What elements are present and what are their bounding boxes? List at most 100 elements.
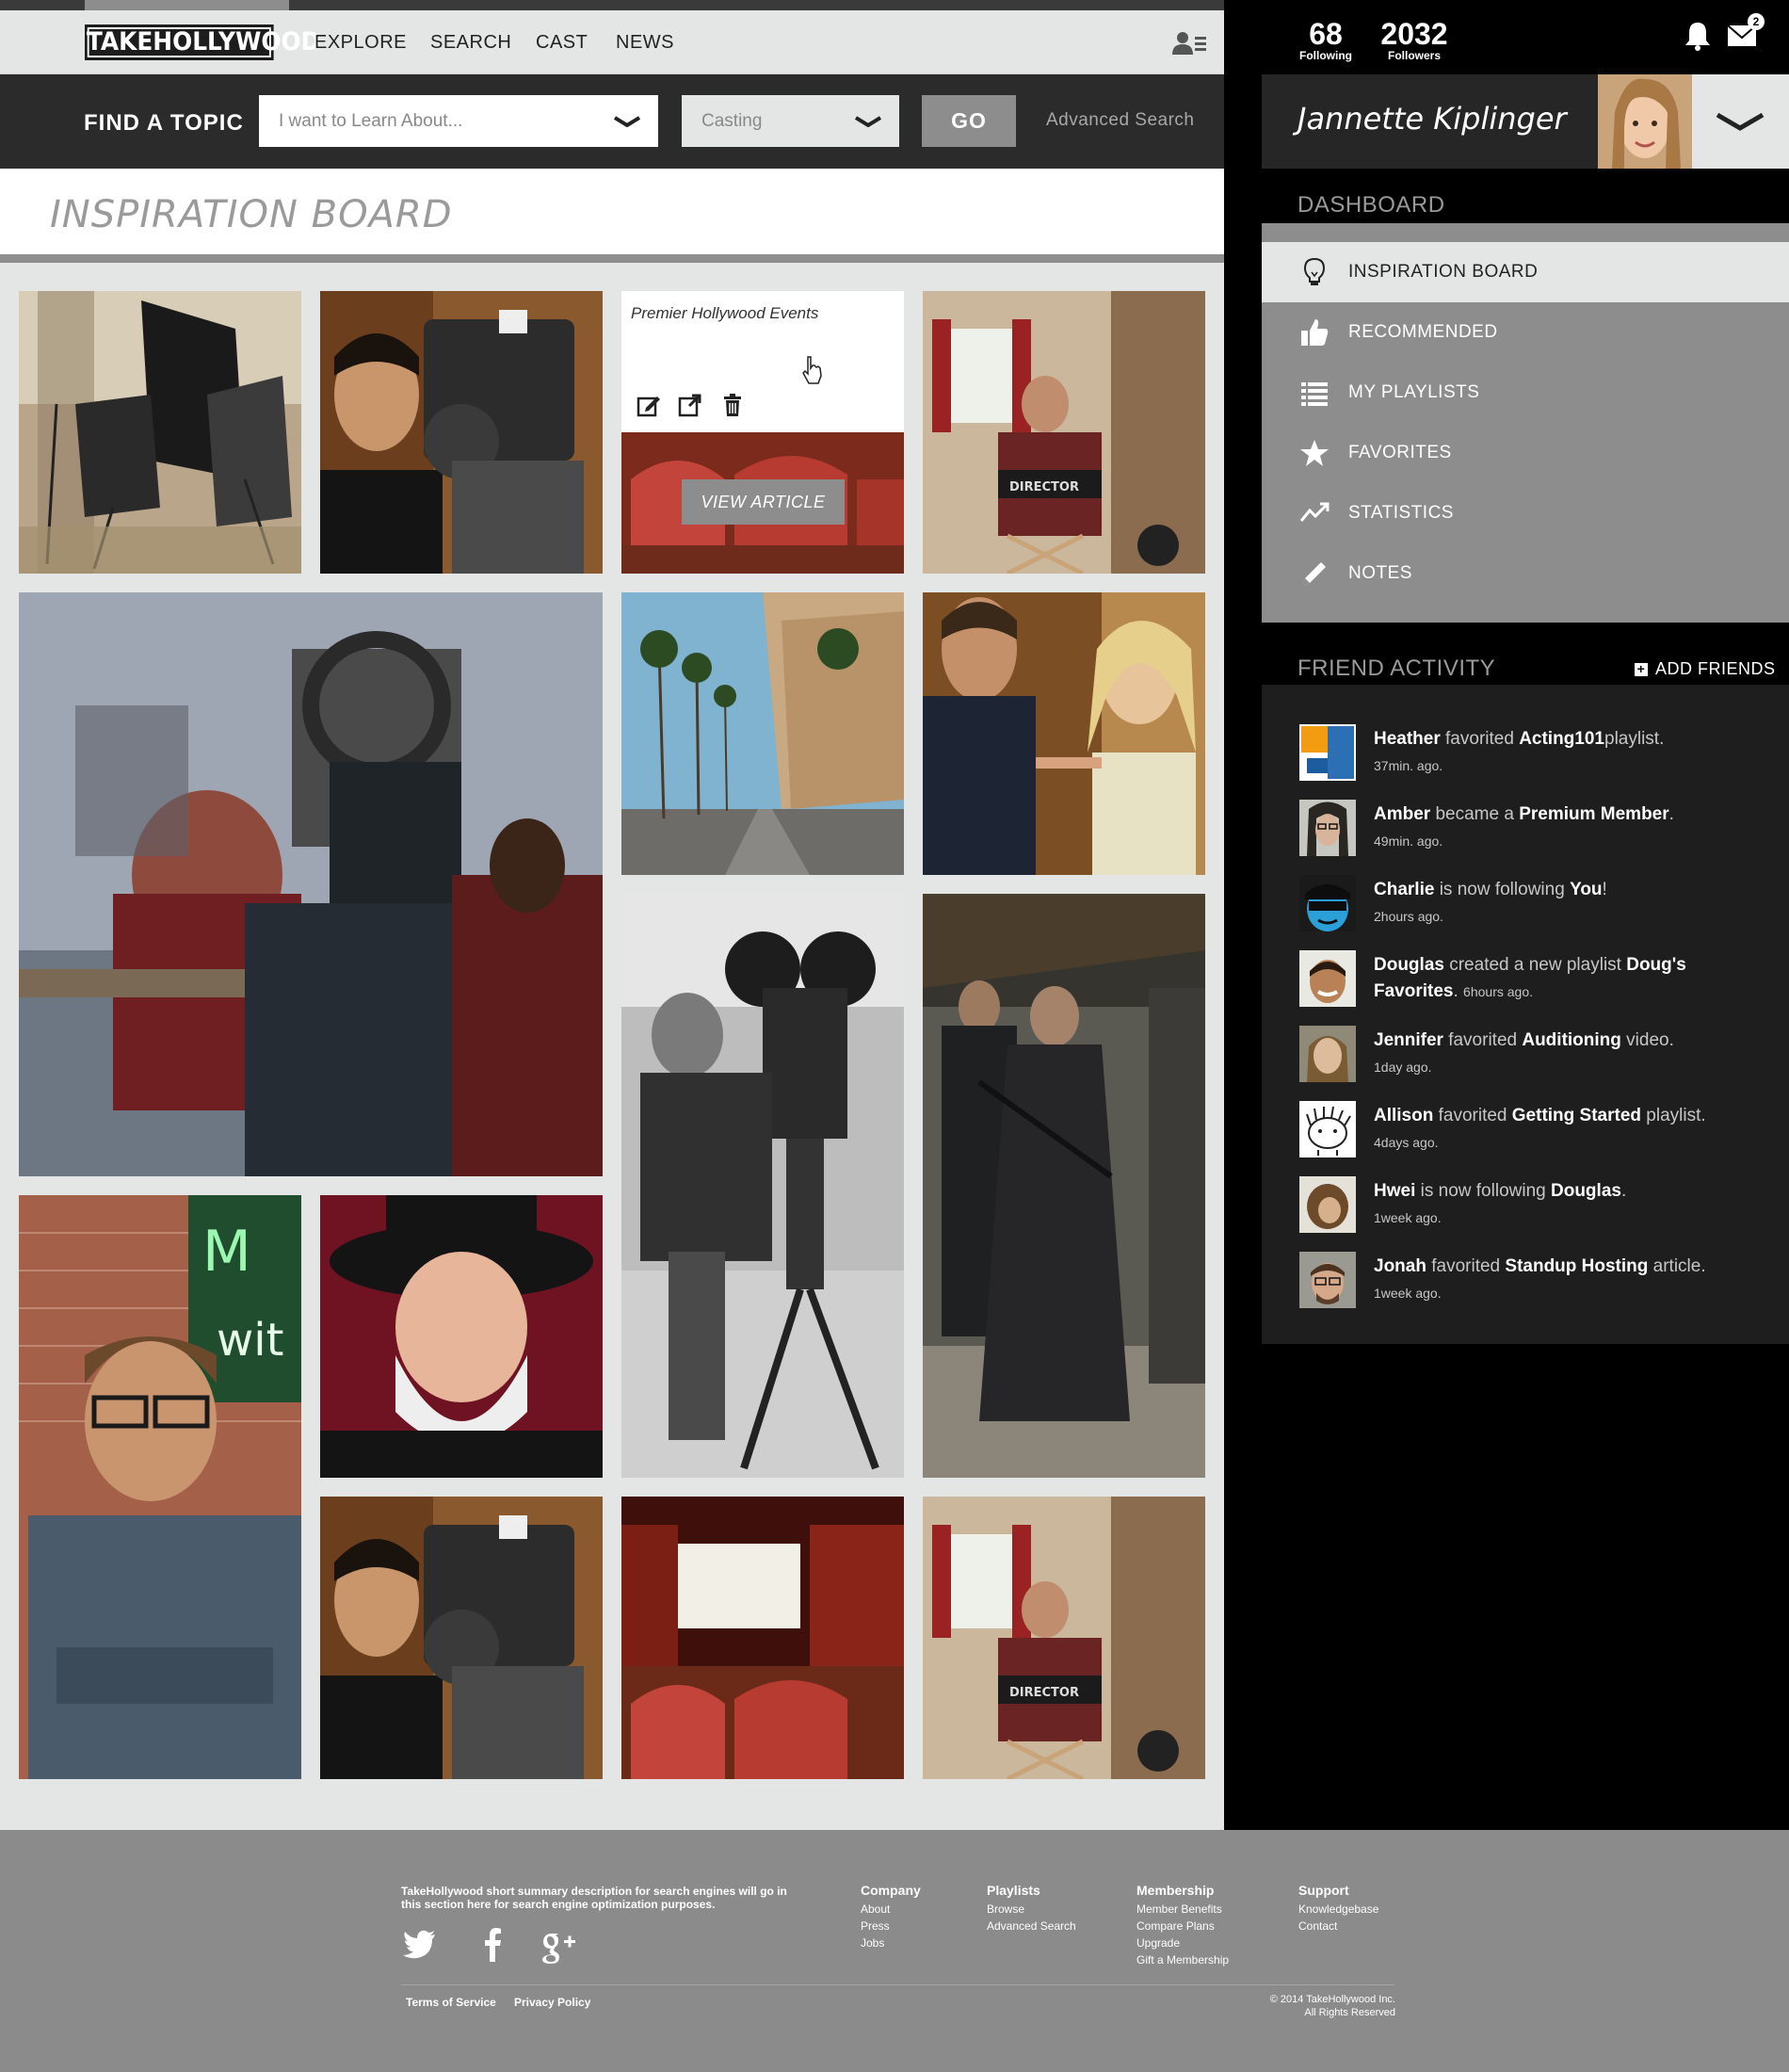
view-article-button[interactable]: VIEW ARTICLE — [682, 479, 845, 525]
following-label: Following — [1299, 49, 1352, 62]
activity-target[interactable]: Getting Started — [1512, 1106, 1641, 1125]
top-navigation: TAKEHOLLYWOOD EXPLORE SEARCH CAST NEWS — [0, 10, 1224, 74]
dashboard-item-recommended[interactable]: RECOMMENDED — [1262, 302, 1789, 363]
user-name[interactable]: Jannette Kiplinger — [1297, 101, 1567, 137]
friend-name[interactable]: Allison — [1374, 1106, 1433, 1125]
activity-time: 1day ago. — [1374, 1060, 1432, 1075]
photo-samurai[interactable] — [923, 894, 1205, 1478]
friend-avatar[interactable] — [1299, 724, 1356, 781]
facebook-icon[interactable] — [474, 1926, 511, 1964]
nav-news[interactable]: NEWS — [616, 32, 674, 54]
following-stat[interactable]: 68 Following — [1295, 17, 1357, 62]
dashboard-item-notes[interactable]: NOTES — [1262, 543, 1789, 604]
photo-lighting-setup[interactable] — [19, 291, 301, 574]
friend-avatar[interactable] — [1299, 950, 1356, 1007]
friend-name[interactable]: Heather — [1374, 729, 1441, 749]
go-button[interactable]: GO — [922, 95, 1016, 147]
topic-dropdown[interactable]: I want to Learn About... — [259, 95, 658, 147]
footer-link-press[interactable]: Press — [861, 1918, 921, 1934]
activity-action: is now following — [1439, 880, 1565, 899]
photo-palm-street[interactable] — [621, 592, 904, 875]
bell-icon[interactable] — [1684, 21, 1712, 51]
photo-director-chair[interactable]: DIRECTOR — [923, 291, 1205, 574]
friend-avatar[interactable] — [1299, 1176, 1356, 1233]
activity-target[interactable]: Standup Hosting — [1505, 1256, 1648, 1276]
google-plus-icon[interactable] — [539, 1926, 576, 1964]
footer-link-compare-plans[interactable]: Compare Plans — [1136, 1918, 1229, 1934]
photo-home-theater[interactable] — [621, 1497, 904, 1779]
nav-explore[interactable]: EXPLORE — [314, 32, 407, 54]
friend-name[interactable]: Jennifer — [1374, 1030, 1443, 1050]
trash-icon[interactable] — [720, 393, 745, 417]
activity-time: 49min. ago. — [1374, 834, 1443, 849]
twitter-icon[interactable] — [401, 1926, 439, 1964]
footer-link-gift-membership[interactable]: Gift a Membership — [1136, 1951, 1229, 1968]
add-friends-button[interactable]: + ADD FRIENDS — [1635, 659, 1776, 679]
followers-stat[interactable]: 2032 Followers — [1375, 17, 1454, 62]
footer-link-browse[interactable]: Browse — [987, 1901, 1076, 1918]
activity-target[interactable]: Auditioning — [1522, 1030, 1621, 1050]
category-dropdown[interactable]: Casting — [682, 95, 899, 147]
dashboard-item-inspiration-board[interactable]: INSPIRATION BOARD — [1262, 242, 1789, 302]
main-content: TAKEHOLLYWOOD EXPLORE SEARCH CAST NEWS F… — [0, 0, 1224, 1830]
hand-cursor-icon — [802, 356, 822, 384]
photo-camera-operator[interactable] — [320, 291, 603, 574]
photo-rain-scene[interactable] — [19, 592, 603, 1176]
logo[interactable]: TAKEHOLLYWOOD — [85, 24, 320, 60]
photo-actors-scene[interactable] — [923, 592, 1205, 875]
footer-link-advanced-search[interactable]: Advanced Search — [987, 1918, 1076, 1934]
dashboard-item-label: NOTES — [1348, 563, 1412, 583]
activity-suffix: . — [1668, 804, 1674, 824]
edit-icon[interactable] — [637, 393, 661, 417]
top-strip — [0, 0, 1224, 10]
advanced-search-link[interactable]: Advanced Search — [1046, 110, 1195, 131]
footer-link-about[interactable]: About — [861, 1901, 921, 1918]
photo-man-brick-wall[interactable]: M wit — [19, 1195, 301, 1779]
friend-avatar[interactable] — [1299, 1026, 1356, 1082]
category-dropdown-value: Casting — [701, 111, 763, 131]
activity-target[interactable]: You — [1570, 880, 1602, 899]
friend-activity-title: FRIEND ACTIVITY — [1297, 656, 1496, 681]
footer-link-member-benefits[interactable]: Member Benefits — [1136, 1901, 1229, 1918]
activity-action: favorited — [1445, 729, 1514, 749]
share-icon[interactable] — [678, 393, 702, 417]
profile-menu-icon[interactable] — [1172, 31, 1206, 56]
friend-name[interactable]: Douglas — [1374, 955, 1444, 975]
activity-target[interactable]: Premium Member — [1519, 804, 1668, 824]
friend-name[interactable]: Hwei — [1374, 1181, 1415, 1201]
friend-avatar[interactable] — [1299, 1252, 1356, 1308]
activity-action: created a new playlist — [1449, 955, 1621, 975]
privacy-policy-link[interactable]: Privacy Policy — [514, 1996, 590, 2009]
footer-link-jobs[interactable]: Jobs — [861, 1934, 921, 1951]
footer-column-heading: Company — [861, 1883, 921, 1898]
friend-name[interactable]: Charlie — [1374, 880, 1434, 899]
terms-of-service-link[interactable]: Terms of Service — [406, 1996, 496, 2009]
footer-link-knowledgebase[interactable]: Knowledgebase — [1298, 1901, 1378, 1918]
dashboard-item-my-playlists[interactable]: MY PLAYLISTS — [1262, 363, 1789, 423]
friend-avatar[interactable] — [1299, 875, 1356, 931]
nav-cast[interactable]: CAST — [536, 32, 588, 54]
friend-name[interactable]: Amber — [1374, 804, 1430, 824]
find-topic-label: FIND A TOPIC — [84, 110, 244, 136]
dashboard-item-favorites[interactable]: FAVORITES — [1262, 423, 1789, 483]
photo-vintage-camera[interactable] — [621, 894, 904, 1478]
photo-director-chair-2[interactable]: DIRECTOR — [923, 1497, 1205, 1779]
user-bar: Jannette Kiplinger — [1262, 74, 1789, 169]
dashboard-item-statistics[interactable]: STATISTICS — [1262, 483, 1789, 543]
article-card[interactable]: Premier Hollywood Events — [621, 291, 904, 432]
footer-link-contact[interactable]: Contact — [1298, 1918, 1378, 1934]
photo-bearded-man-hat[interactable] — [320, 1195, 603, 1478]
friend-avatar[interactable] — [1299, 1101, 1356, 1157]
photo-camera-operator-2[interactable] — [320, 1497, 603, 1779]
user-menu-toggle[interactable] — [1692, 74, 1789, 169]
friend-name[interactable]: Jonah — [1374, 1256, 1426, 1276]
footer-link-upgrade[interactable]: Upgrade — [1136, 1934, 1229, 1951]
nav-search[interactable]: SEARCH — [430, 32, 511, 54]
svg-text:DIRECTOR: DIRECTOR — [1009, 480, 1079, 494]
activity-suffix: playlist. — [1646, 1106, 1706, 1125]
friend-avatar[interactable] — [1299, 800, 1356, 856]
page-header: INSPIRATION BOARD — [0, 169, 1224, 263]
activity-target[interactable]: Douglas — [1551, 1181, 1621, 1201]
activity-target[interactable]: Acting101 — [1519, 729, 1604, 749]
avatar[interactable] — [1598, 74, 1692, 169]
